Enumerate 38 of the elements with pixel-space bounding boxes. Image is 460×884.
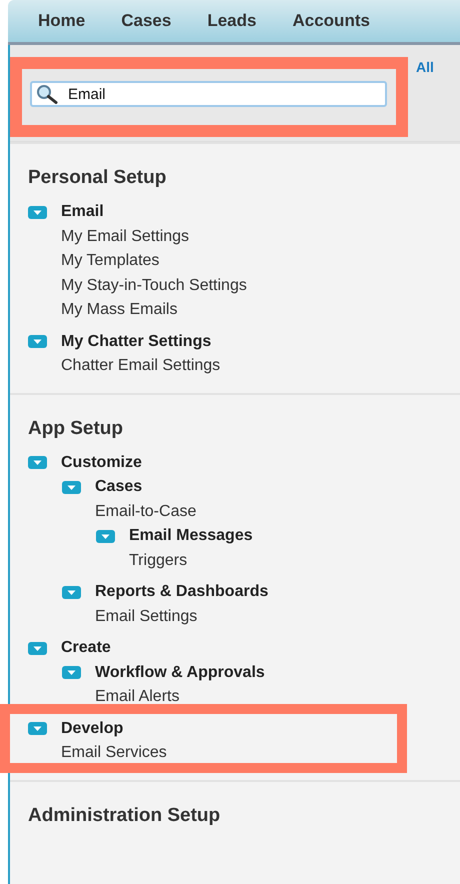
nav-tab[interactable]: Cases <box>121 0 188 42</box>
nav-tab[interactable]: Accounts <box>292 0 386 42</box>
toggle-icon[interactable] <box>28 722 47 736</box>
toggle-icon[interactable] <box>28 456 47 470</box>
search-field[interactable]: Email <box>30 81 387 107</box>
tree-link[interactable]: My Mass Emails <box>61 298 178 322</box>
tree-link[interactable]: Email Alerts <box>95 685 180 710</box>
tree-link[interactable]: Email Services <box>61 741 167 766</box>
tree-group-link[interactable]: Workflow & Approvals <box>95 660 265 685</box>
nav-tab[interactable]: Leads <box>207 0 272 42</box>
tree-link[interactable]: Email-to-Case <box>95 500 196 524</box>
tree-link[interactable]: Chatter Email Settings <box>61 354 220 378</box>
tree-group-link[interactable]: Reports & Dashboards <box>95 580 268 604</box>
section-heading: Administration Setup <box>28 804 222 828</box>
toggle-icon[interactable] <box>62 480 81 494</box>
toggle-icon[interactable] <box>28 642 47 655</box>
search-icon <box>36 84 58 104</box>
tree-group-link[interactable]: Email <box>61 200 104 224</box>
section-heading: Personal Setup <box>28 166 168 190</box>
tree-link[interactable]: My Email Settings <box>61 224 190 249</box>
toggle-icon[interactable] <box>28 206 47 219</box>
tree-group-link[interactable]: Customize <box>61 450 142 475</box>
nav-tab[interactable]: Home <box>38 0 102 42</box>
toggle-icon[interactable] <box>62 666 81 680</box>
collapse-all-link[interactable]: All <box>416 57 434 78</box>
tree-group-link[interactable]: Email Messages <box>129 524 253 548</box>
tree-group-link[interactable]: My Chatter Settings <box>61 330 212 354</box>
tree-link[interactable]: Triggers <box>129 548 188 573</box>
tree-group-link[interactable]: Cases <box>95 475 142 500</box>
toggle-icon[interactable] <box>62 586 81 599</box>
tree-link[interactable]: My Stay-in-Touch Settings <box>61 274 247 298</box>
section-heading: App Setup <box>28 416 124 440</box>
tree-link[interactable]: My Templates <box>61 249 160 274</box>
tree-group-link[interactable]: Develop <box>61 716 124 741</box>
tree-link[interactable]: Email Settings <box>95 604 198 629</box>
tree-group-link[interactable]: Create <box>61 636 111 660</box>
toggle-icon[interactable] <box>28 335 47 348</box>
toggle-icon[interactable] <box>96 530 115 543</box>
